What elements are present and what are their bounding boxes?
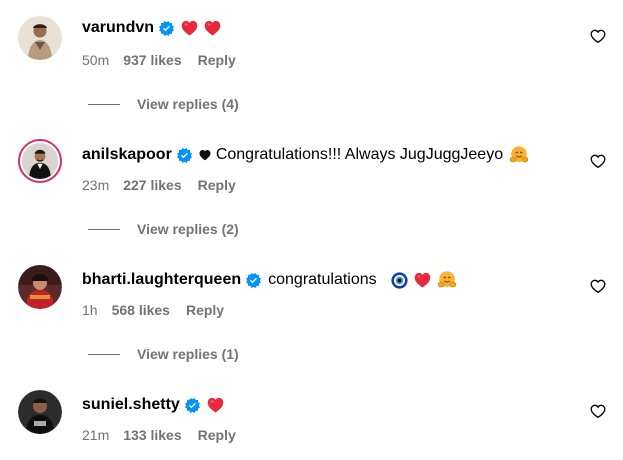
avatar-image <box>18 16 62 60</box>
heart-outline-icon[interactable] <box>590 28 606 44</box>
replies-divider <box>88 103 120 105</box>
view-replies-button[interactable]: View replies (1) <box>88 345 239 363</box>
hugging-face-emoji-icon <box>509 146 529 164</box>
red-heart-emoji-icon <box>181 20 198 36</box>
comment-time: 23m <box>82 177 110 193</box>
view-replies-button[interactable]: View replies (4) <box>88 95 239 113</box>
red-heart-emoji-icon <box>204 20 221 36</box>
red-heart-emoji-icon <box>414 272 431 288</box>
avatar-image <box>18 390 62 434</box>
comment-body: congratulations <box>268 271 377 288</box>
red-heart-emoji-icon <box>207 397 224 413</box>
view-replies-label: View replies (2) <box>137 221 239 237</box>
view-replies-label: View replies (4) <box>137 96 239 112</box>
comment-time: 50m <box>82 52 110 68</box>
replies-divider <box>88 228 120 230</box>
black-heart-emoji-icon <box>199 149 211 161</box>
avatar[interactable] <box>18 265 62 309</box>
avatar[interactable] <box>18 390 62 434</box>
likes-count[interactable]: 937 likes <box>123 52 181 68</box>
verified-badge-icon <box>185 398 200 413</box>
username[interactable]: suniel.shetty <box>82 396 180 414</box>
comment-time: 1h <box>82 302 98 318</box>
heart-outline-icon[interactable] <box>590 153 606 169</box>
reply-button[interactable]: Reply <box>198 177 236 193</box>
heart-outline-icon[interactable] <box>590 278 606 294</box>
comment-text: Congratulations!!! Always JugJuggJeeyo <box>199 146 529 164</box>
username[interactable]: anilskapoor <box>82 146 172 164</box>
comment-time: 21m <box>82 427 110 443</box>
comment-body: Congratulations!!! Always JugJuggJeeyo <box>215 146 504 163</box>
verified-badge-icon <box>159 21 174 36</box>
view-replies-button[interactable]: View replies (2) <box>88 220 239 238</box>
likes-count[interactable]: 568 likes <box>112 302 170 318</box>
heart-outline-icon[interactable] <box>590 403 606 419</box>
avatar-image <box>22 143 58 179</box>
avatar-image <box>18 265 62 309</box>
avatar[interactable] <box>18 139 62 183</box>
hugging-face-emoji-icon <box>437 271 457 289</box>
likes-count[interactable]: 133 likes <box>123 427 181 443</box>
replies-divider <box>88 353 120 355</box>
verified-badge-icon <box>246 273 261 288</box>
view-replies-label: View replies (1) <box>137 346 239 362</box>
nazar-amulet-emoji-icon <box>391 272 408 289</box>
username[interactable]: bharti.laughterqueen <box>82 271 241 289</box>
username[interactable]: varundvn <box>82 19 154 37</box>
reply-button[interactable]: Reply <box>198 52 236 68</box>
comment-text: congratulations <box>268 271 457 289</box>
verified-badge-icon <box>177 148 192 163</box>
avatar[interactable] <box>18 16 62 60</box>
reply-button[interactable]: Reply <box>186 302 224 318</box>
reply-button[interactable]: Reply <box>198 427 236 443</box>
likes-count[interactable]: 227 likes <box>123 177 181 193</box>
